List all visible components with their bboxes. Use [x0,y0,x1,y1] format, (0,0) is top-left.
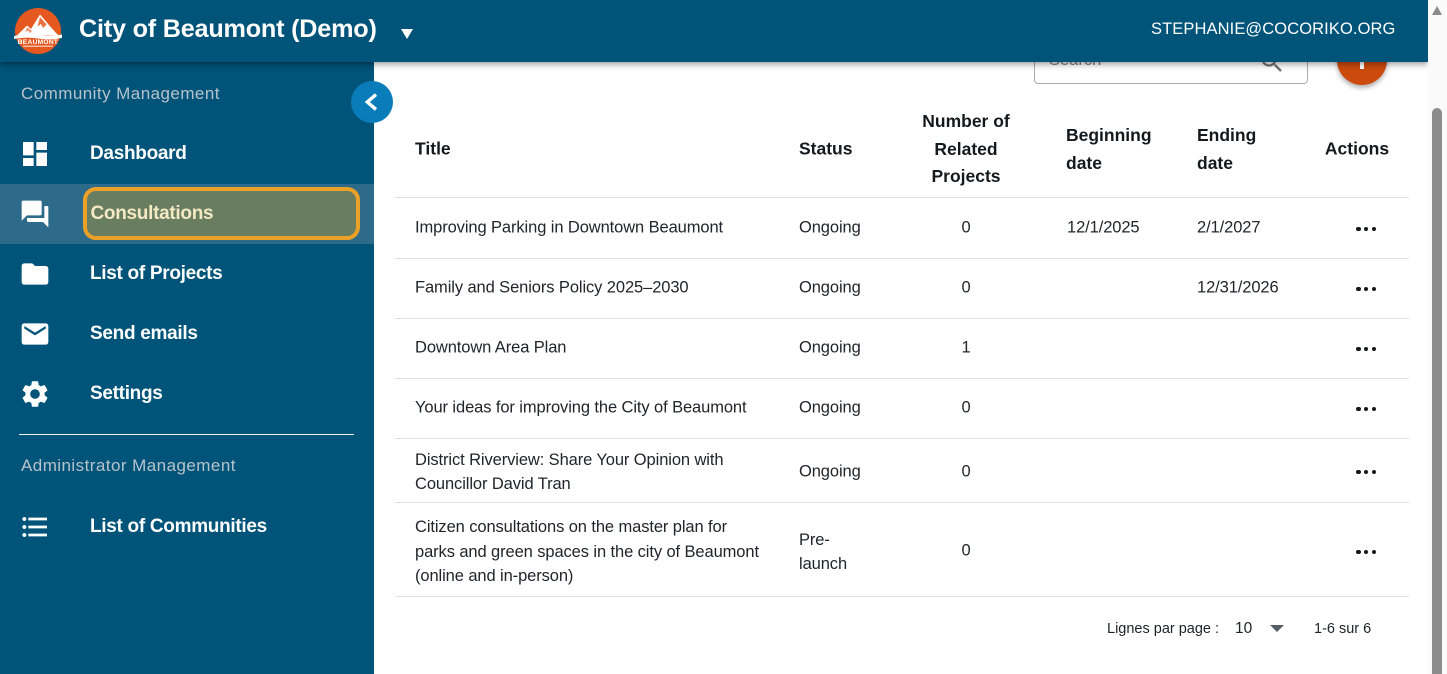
svg-text:BEAUMONT: BEAUMONT [18,39,59,46]
